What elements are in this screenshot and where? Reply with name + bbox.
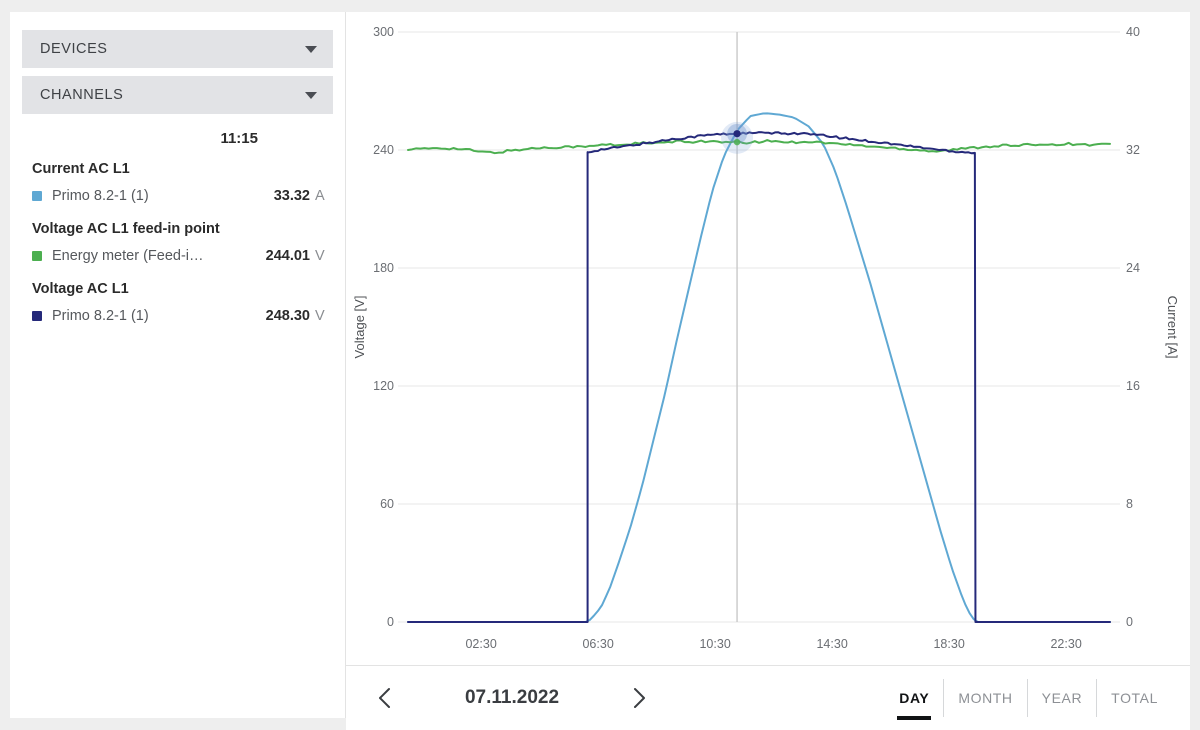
devices-panel-label: DEVICES [40, 41, 108, 57]
y-axis-title: Voltage [V] [352, 296, 367, 359]
channel-group-title: Voltage AC L1 feed-in point [32, 221, 220, 237]
y-axis-tick-label: 240 [373, 143, 394, 157]
channel-group: Current AC L1 Primo 8.2-1 (1) 33.32 A [20, 161, 331, 206]
channel-source-name: Primo 8.2-1 (1) [52, 308, 149, 324]
range-tab-day[interactable]: DAY [885, 679, 943, 720]
current-date-label: 07.11.2022 [464, 687, 560, 708]
series-color-swatch-icon [32, 251, 42, 261]
channel-value: 33.32 [273, 188, 310, 204]
bottom-toolbar: 07.11.2022 DAY MONTH YEAR TOTAL [346, 666, 1190, 730]
y-axis-tick-label: 300 [373, 25, 394, 39]
y2-axis-title: Current [A] [1165, 296, 1180, 359]
next-day-button[interactable] [622, 681, 656, 715]
range-tab-year[interactable]: YEAR [1026, 679, 1097, 717]
channel-unit: V [315, 248, 325, 264]
chevron-down-icon[interactable] [305, 91, 317, 99]
channel-source-name: Primo 8.2-1 (1) [52, 188, 149, 204]
voltage-current-line-chart[interactable]: 0 60 120 180 240 300 0 8 16 24 32 40 02:30 06:30 10:30… [346, 12, 1190, 665]
x-axis-tick-label: 22:30 [1050, 637, 1081, 651]
range-tab-month[interactable]: MONTH [943, 679, 1026, 717]
channel-group: Voltage AC L1 feed-in point Energy meter … [20, 221, 331, 266]
channel-row[interactable]: Primo 8.2-1 (1) 33.32 A [20, 186, 331, 206]
y-axis-tick-label: 180 [373, 261, 394, 275]
x-axis-tick-label: 18:30 [933, 637, 964, 651]
y-axis-tick-label: 0 [387, 615, 394, 629]
chevron-down-icon[interactable] [305, 45, 317, 53]
channel-group: Voltage AC L1 Primo 8.2-1 (1) 248.30 V [20, 281, 331, 326]
chart-area[interactable]: 0 60 120 180 240 300 0 8 16 24 32 40 02:30 06:30 10:30… [346, 12, 1190, 666]
x-axis-tick-label: 02:30 [465, 637, 496, 651]
series-color-swatch-icon [32, 191, 42, 201]
channel-group-title: Voltage AC L1 [32, 281, 129, 297]
y2-axis-tick-label: 32 [1126, 143, 1140, 157]
channel-value: 244.01 [265, 248, 310, 264]
channel-source-name: Energy meter (Feed-i… [52, 248, 202, 264]
readout-time: 11:15 [220, 130, 258, 147]
channels-panel-header[interactable]: CHANNELS [22, 76, 333, 114]
y2-axis-tick-label: 40 [1126, 25, 1140, 39]
fronius-solarweb-chart-page: DEVICES CHANNELS 11:15 Current AC L1 Prim… [10, 12, 1190, 730]
hover-marker-point-voltage [733, 130, 741, 138]
channel-row[interactable]: Energy meter (Feed-i… 244.01 V [20, 246, 331, 266]
channel-row[interactable]: Primo 8.2-1 (1) 248.30 V [20, 306, 331, 326]
time-range-tabs: DAY MONTH YEAR TOTAL [885, 679, 1172, 720]
channel-unit: A [315, 188, 325, 204]
y2-axis-tick-label: 0 [1126, 615, 1133, 629]
previous-day-button[interactable] [368, 681, 402, 715]
x-axis-tick-label: 14:30 [816, 637, 847, 651]
series-color-swatch-icon [32, 311, 42, 321]
x-axis-tick-label: 10:30 [699, 637, 730, 651]
main-panel: 0 60 120 180 240 300 0 8 16 24 32 40 02:30 06:30 10:30… [346, 12, 1190, 730]
channel-group-title: Current AC L1 [32, 161, 130, 177]
series-line-voltage-ac-l1 [407, 131, 1111, 623]
series-line-voltage-ac-l1-feed-in-point [407, 139, 1111, 155]
sidebar: DEVICES CHANNELS 11:15 Current AC L1 Prim… [10, 12, 346, 718]
range-tab-total[interactable]: TOTAL [1096, 679, 1172, 717]
y2-axis-tick-label: 24 [1126, 261, 1140, 275]
hover-marker-point-feedin [733, 138, 741, 146]
channels-panel-label: CHANNELS [40, 87, 124, 103]
y-axis-tick-label: 60 [380, 497, 394, 511]
channel-groups: Current AC L1 Primo 8.2-1 (1) 33.32 A Voltag… [20, 161, 331, 326]
chevron-right-icon [634, 688, 645, 708]
series-line-current-ac-l1 [407, 112, 1111, 623]
y2-axis-tick-label: 8 [1126, 497, 1133, 511]
channel-value: 248.30 [265, 308, 310, 324]
x-axis-tick-label: 06:30 [582, 637, 613, 651]
channel-readout-list: 11:15 Current AC L1 Primo 8.2-1 (1) 33.32 A… [10, 130, 345, 326]
y2-axis-tick-label: 16 [1126, 379, 1140, 393]
y-axis-tick-label: 120 [373, 379, 394, 393]
chevron-left-icon [379, 688, 390, 708]
devices-panel-header[interactable]: DEVICES [22, 30, 333, 68]
channel-unit: V [315, 308, 325, 324]
